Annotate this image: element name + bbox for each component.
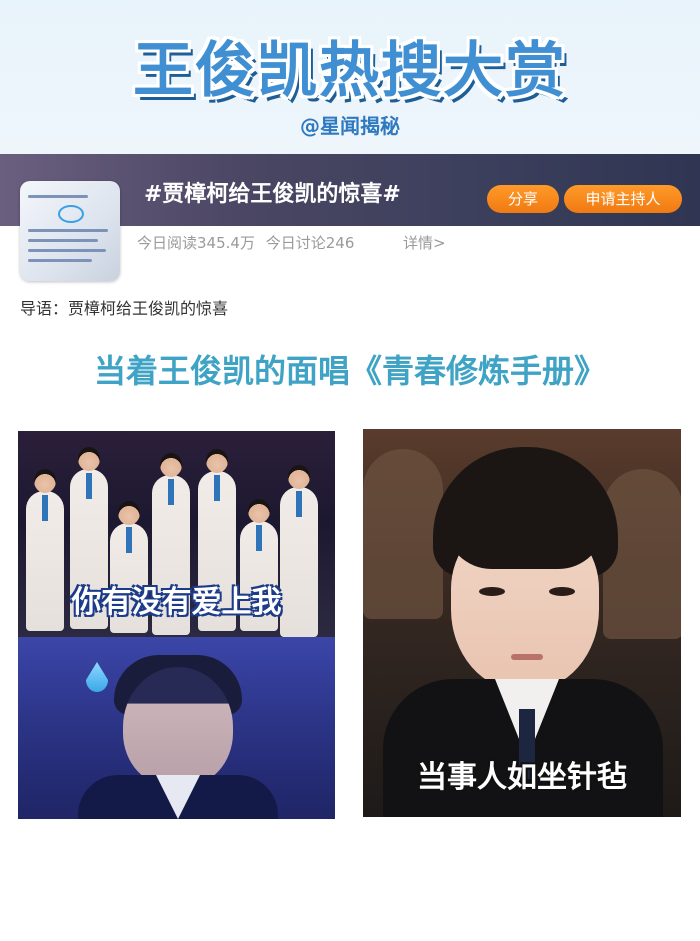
topic-title[interactable]: #贾樟柯给王俊凯的惊喜# — [144, 176, 401, 208]
author-handle: @星闻揭秘 — [300, 114, 400, 138]
discussions-count: 今日讨论246 — [265, 234, 355, 252]
share-button[interactable]: 分享 — [487, 185, 559, 213]
singers-panel: 你有没有爱上我 — [18, 431, 335, 637]
face-shape — [123, 667, 233, 787]
topic-stats: 今日阅读345.4万 今日讨论246 — [137, 232, 360, 253]
reads-count: 今日阅读345.4万 — [137, 234, 255, 252]
gif-caption: 你有没有爱上我 — [71, 585, 282, 620]
details-link[interactable]: 详情> — [403, 232, 446, 253]
gif-caption: 当事人如坐针毡 — [417, 760, 627, 795]
page-title: 王俊凯热搜大赏 — [133, 36, 567, 106]
topic-card — [0, 154, 700, 284]
gif-reaction-closeup[interactable]: 当事人如坐针毡 — [363, 429, 681, 817]
gif-singing-group[interactable]: 你有没有爱上我 — [18, 431, 335, 819]
fringe-shape — [445, 499, 605, 569]
thumbnail-text-line — [28, 239, 98, 242]
thumbnail-text-line — [28, 229, 108, 232]
intro-text: 导语：贾樟柯给王俊凯的惊喜 — [20, 299, 229, 318]
thumbnail-text-line — [28, 259, 92, 262]
thumbnail-text-line — [28, 249, 106, 252]
mouth-shape — [511, 654, 543, 660]
eye-shape — [549, 587, 575, 596]
background-figure — [363, 449, 443, 619]
reaction-panel — [18, 637, 335, 819]
header-banner: 王俊凯热搜大赏 @星闻揭秘 — [0, 0, 700, 155]
section-heading: 当着王俊凯的面唱《青春修炼手册》 — [93, 352, 606, 390]
apply-host-button[interactable]: 申请主持人 — [564, 185, 682, 213]
thumbnail-text-line — [28, 195, 88, 198]
thumbnail-circle-mark — [58, 205, 84, 223]
eye-shape — [479, 587, 505, 596]
sweat-drop-icon — [86, 662, 108, 692]
topic-thumbnail[interactable] — [20, 181, 120, 281]
